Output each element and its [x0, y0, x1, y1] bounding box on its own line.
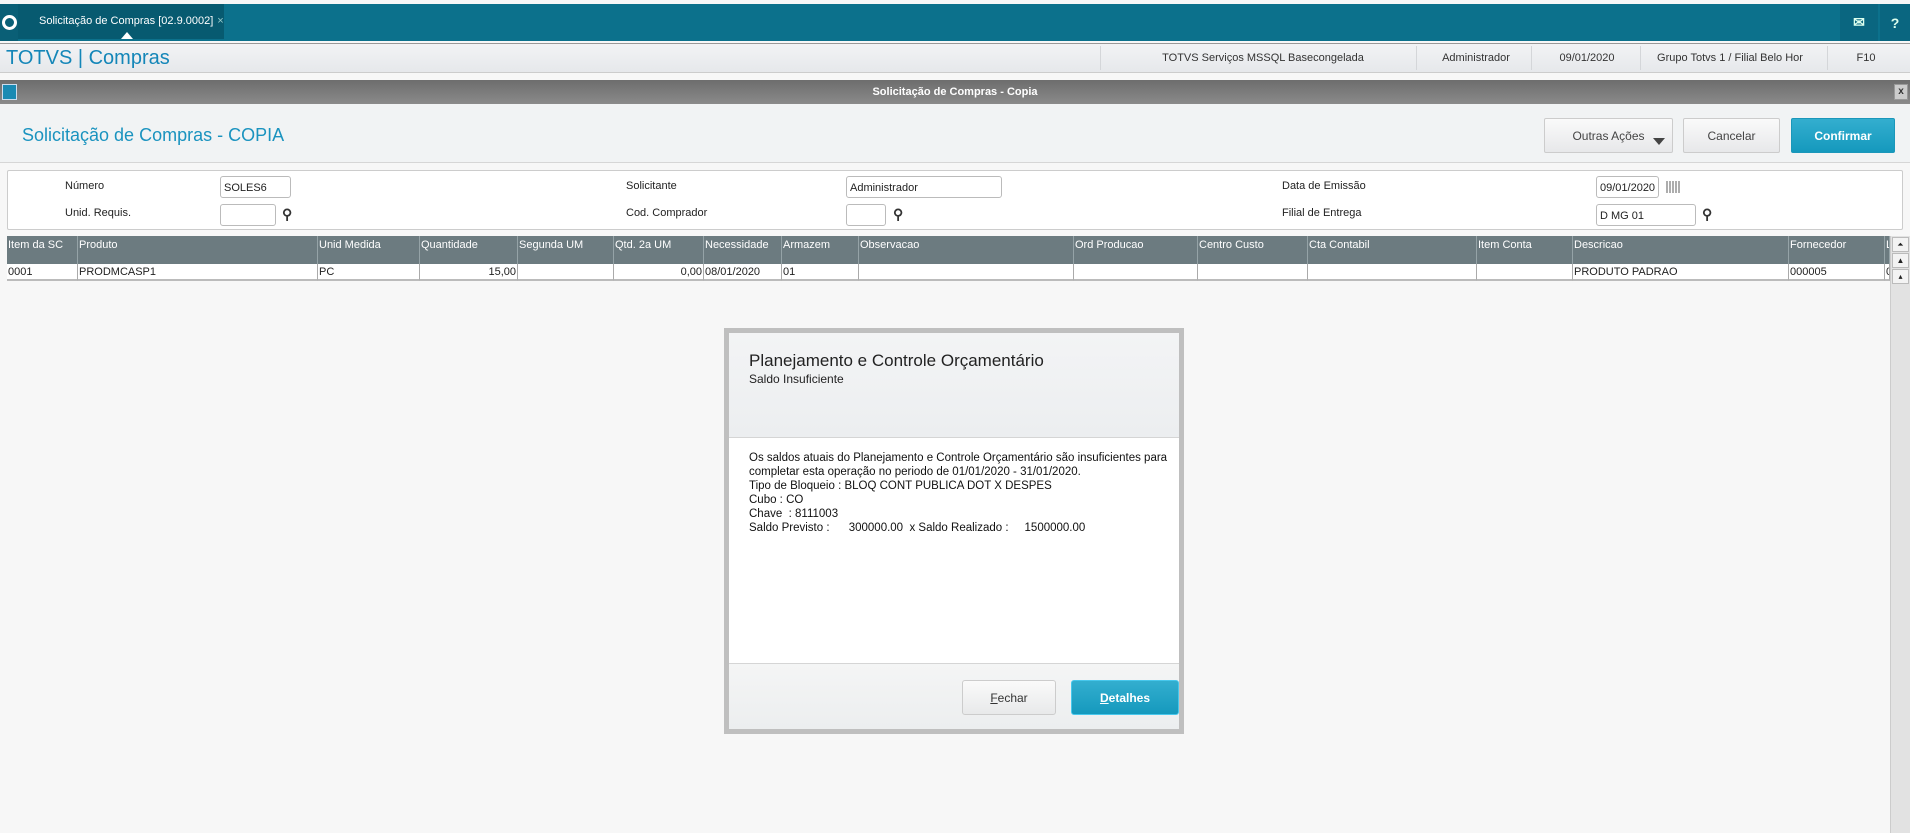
mail-icon[interactable]: ✉ — [1840, 4, 1878, 41]
app-header: TOTVS | Compras TOTVS Serviços MSSQL Bas… — [0, 43, 1910, 73]
scroll-top-icon[interactable]: ⏶ — [1892, 237, 1909, 252]
page-title: Solicitação de Compras - COPIA — [22, 125, 285, 145]
confirm-button[interactable]: Confirmar — [1791, 118, 1895, 153]
active-tab-caret-icon — [121, 32, 133, 39]
scroll-page-up-icon[interactable]: ▲ — [1892, 253, 1909, 268]
budget-alert-dialog: Planejamento e Controle Orçamentário Sal… — [724, 328, 1184, 734]
dialog-footer: Fechar Detalhes — [729, 663, 1179, 729]
unid-requis-label: Unid. Requis. — [65, 207, 132, 219]
page-header: Solicitação de Compras - COPIA Outras Aç… — [0, 104, 1910, 163]
column-header[interactable]: Quantidade — [420, 236, 518, 264]
totvs-logo-icon[interactable] — [0, 4, 18, 41]
search-icon[interactable]: ⚲ — [893, 206, 903, 223]
calendar-icon[interactable] — [1666, 181, 1680, 193]
divider — [1640, 46, 1641, 70]
divider — [1100, 46, 1101, 70]
message-line: Saldo Previsto : 300000.00 x Saldo Reali… — [749, 522, 1086, 534]
help-icon[interactable]: ? — [1880, 4, 1910, 41]
data-emissao-input[interactable]: 09/01/2020 — [1596, 176, 1659, 198]
table-cell[interactable]: PRODUTO PADRAO — [1573, 264, 1789, 281]
column-header[interactable]: Segunda UM — [518, 236, 614, 264]
filial-entrega-input[interactable]: D MG 01 — [1596, 204, 1696, 226]
message-line: Cubo : CO — [749, 494, 804, 506]
search-icon[interactable]: ⚲ — [282, 206, 292, 223]
table-cell[interactable] — [1477, 264, 1573, 281]
date-label[interactable]: 09/01/2020 — [1559, 52, 1614, 64]
column-header[interactable]: Produto — [78, 236, 318, 264]
dialog-subtitle: Saldo Insuficiente — [749, 372, 844, 386]
table-cell[interactable] — [859, 264, 1074, 281]
table-cell[interactable] — [518, 264, 614, 281]
column-header[interactable]: Observacao — [859, 236, 1074, 264]
column-header[interactable]: Cta Contabil — [1308, 236, 1477, 264]
solicitante-label: Solicitante — [626, 180, 677, 192]
table-cell[interactable]: PC — [318, 264, 420, 281]
divider — [1827, 46, 1828, 70]
cod-comprador-label: Cod. Comprador — [626, 207, 708, 219]
column-header[interactable]: Descricao — [1573, 236, 1789, 264]
column-header[interactable]: Qtd. 2a UM — [614, 236, 704, 264]
column-header[interactable]: Armazem — [782, 236, 859, 264]
scroll-up-icon[interactable]: ▴ — [1892, 269, 1909, 284]
window-title-bar: Solicitação de Compras - Copia x — [0, 80, 1910, 104]
table-cell[interactable]: PRODMCASP1 — [78, 264, 318, 281]
table-cell[interactable]: 15,00 — [420, 264, 518, 281]
column-header[interactable]: Item Conta — [1477, 236, 1573, 264]
column-header[interactable]: Necessidade — [704, 236, 782, 264]
dialog-title: Planejamento e Controle Orçamentário — [749, 351, 1044, 370]
tab-solicitacao-compras[interactable]: Solicitação de Compras [02.9.0002] × — [18, 4, 224, 39]
dialog-message: Os saldos atuais do Planejamento e Contr… — [749, 451, 1169, 535]
table-cell[interactable] — [1074, 264, 1198, 281]
unid-requis-input[interactable] — [220, 204, 276, 226]
message-line: Tipo de Bloqueio : BLOQ CONT PUBLICA DOT… — [749, 480, 1052, 492]
table-cell[interactable]: 01 — [782, 264, 859, 281]
environment-label[interactable]: TOTVS Serviços MSSQL Basecongelada — [1162, 52, 1364, 64]
divider — [1531, 46, 1532, 70]
company-label[interactable]: Grupo Totvs 1 / Filial Belo Hor — [1657, 52, 1803, 64]
top-bar: Solicitação de Compras [02.9.0002] × ✉ ? — [0, 4, 1910, 41]
message-line: Chave : 8111003 — [749, 508, 839, 520]
user-label[interactable]: Administrador — [1442, 52, 1510, 64]
message-line: Os saldos atuais do Planejamento e Contr… — [749, 452, 1168, 464]
window-title: Solicitação de Compras - Copia — [872, 86, 1038, 98]
chevron-down-icon — [1653, 138, 1665, 145]
details-button[interactable]: Detalhes — [1071, 680, 1179, 715]
column-header[interactable]: Fornecedor — [1789, 236, 1885, 264]
column-header[interactable]: Centro Custo — [1198, 236, 1308, 264]
column-header[interactable]: Ord Producao — [1074, 236, 1198, 264]
shortcut-label[interactable]: F10 — [1857, 52, 1876, 64]
dialog-header: Planejamento e Controle Orçamentário Sal… — [729, 333, 1179, 438]
window-close-button[interactable]: x — [1894, 84, 1908, 100]
other-actions-button[interactable]: Outras Ações — [1544, 118, 1673, 153]
other-actions-label: Outras Ações — [1572, 128, 1645, 143]
column-header[interactable]: Unid Medida — [318, 236, 420, 264]
search-icon[interactable]: ⚲ — [1702, 206, 1712, 223]
numero-label: Número — [65, 180, 105, 192]
close-button-label: Fechar — [990, 690, 1028, 705]
filial-entrega-label: Filial de Entrega — [1282, 207, 1362, 219]
close-button[interactable]: Fechar — [962, 680, 1056, 715]
tab-label: Solicitação de Compras [02.9.0002] — [39, 15, 214, 27]
cod-comprador-input[interactable] — [846, 204, 886, 226]
window-icon — [2, 84, 17, 100]
table-cell[interactable]: 08/01/2020 — [704, 264, 782, 281]
details-button-label: Detalhes — [1099, 690, 1151, 705]
table-cell[interactable]: 0001 — [7, 264, 78, 281]
table-cell[interactable] — [1198, 264, 1308, 281]
table-cell[interactable]: 0,00 — [614, 264, 704, 281]
data-emissao-label: Data de Emissão — [1282, 180, 1366, 192]
table-cell[interactable]: 000005 — [1789, 264, 1885, 281]
cancel-button[interactable]: Cancelar — [1683, 118, 1780, 153]
message-line: completar esta operação no periodo de 01… — [749, 466, 1081, 478]
solicitante-input[interactable]: Administrador — [846, 176, 1002, 198]
divider — [1416, 46, 1417, 70]
tab-close-icon[interactable]: × — [217, 15, 223, 27]
column-header[interactable]: Item da SC — [7, 236, 78, 264]
grid-scrollbar[interactable]: ⏶ ▲ ▴ — [1890, 236, 1910, 833]
table-cell[interactable] — [1308, 264, 1477, 281]
numero-input[interactable]: SOLES6 — [220, 176, 291, 198]
app-brand: TOTVS | Compras — [6, 47, 170, 69]
header-form: Número SOLES6 Unid. Requis. ⚲ Solicitant… — [7, 170, 1903, 230]
